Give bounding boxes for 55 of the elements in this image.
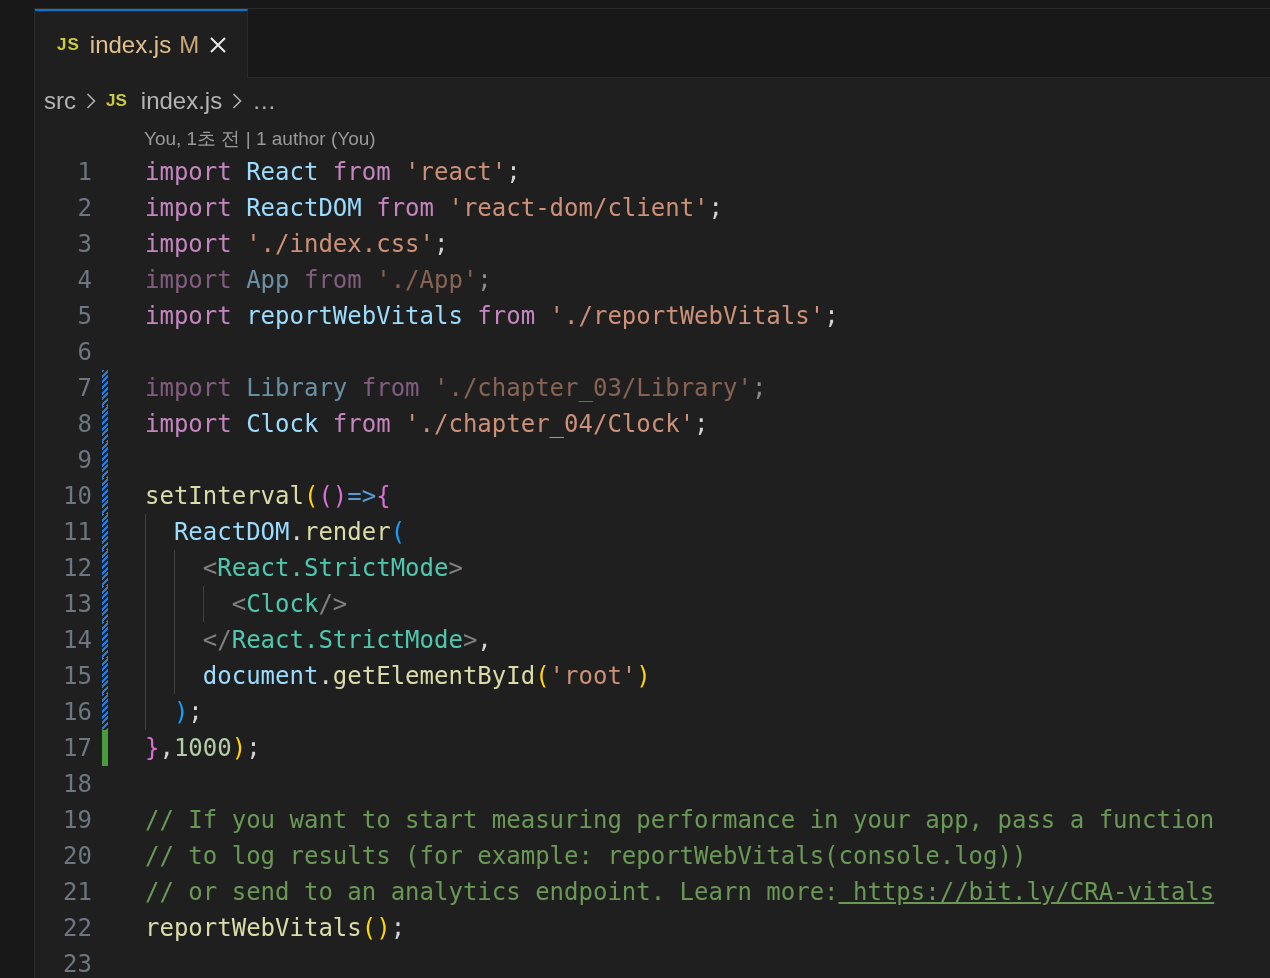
code-line: ReactDOM.render( <box>172 518 406 546</box>
link[interactable]: https://bit.ly/CRA-vitals <box>838 878 1215 906</box>
line-number: 23 <box>62 949 92 978</box>
line-number: 12 <box>62 553 92 584</box>
breadcrumb-item[interactable]: src <box>44 87 76 115</box>
code-line: import Clock from './chapter_04/Clock'; <box>145 410 709 438</box>
line-number: 19 <box>62 805 92 836</box>
code-line: <Clock/> <box>230 590 348 618</box>
code-line: </React.StrictMode>, <box>201 626 492 654</box>
line-number: 15 <box>62 661 92 692</box>
line-number: 16 <box>62 697 92 728</box>
code-line: document.getElementById('root') <box>201 662 651 690</box>
line-number: 1 <box>76 157 92 188</box>
line-number: 13 <box>62 589 92 620</box>
js-file-icon: JS <box>106 91 127 111</box>
code-line: <React.StrictMode> <box>201 554 463 582</box>
git-status: M <box>179 30 200 59</box>
breadcrumb-item[interactable]: index.js <box>140 87 223 115</box>
line-number: 20 <box>62 841 92 872</box>
line-number: 14 <box>62 625 92 656</box>
line-number: 11 <box>62 517 92 548</box>
line-number: 5 <box>76 301 92 332</box>
js-file-icon: JS <box>57 34 80 55</box>
breadcrumb-item[interactable]: … <box>252 87 277 115</box>
line-number: 8 <box>76 409 92 440</box>
line-number: 6 <box>76 337 92 368</box>
line-number: 21 <box>62 877 92 908</box>
code-comment: // or send to an analytics endpoint. Learn more: https://bit.ly/CRA-vitals <box>145 878 1215 906</box>
code-line: import React from 'react'; <box>145 158 521 186</box>
code-line: import reportWebVitals from './reportWebVitals'; <box>145 302 839 330</box>
blame-codelens[interactable]: You, 1초 전 | 1 author (You) <box>144 124 376 154</box>
chevron-right-icon <box>232 92 243 110</box>
line-number: 2 <box>76 193 92 224</box>
code-comment: // If you want to start measuring performance in your app, pass a function <box>145 806 1215 834</box>
chevron-right-icon <box>86 92 96 110</box>
line-number: 10 <box>62 481 92 512</box>
code-line: },1000); <box>145 734 261 762</box>
code-line: setInterval(()=>{ <box>145 482 391 510</box>
line-number: 22 <box>62 913 92 944</box>
line-number: 17 <box>62 733 92 764</box>
line-number: 3 <box>76 229 92 260</box>
code-line: reportWebVitals(); <box>145 914 406 942</box>
code-line: import ReactDOM from 'react-dom/client'; <box>145 194 723 222</box>
close-icon[interactable] <box>209 35 228 54</box>
code-comment: // to log results (for example: reportWebVitals(console.log)) <box>145 842 1027 870</box>
line-number: 9 <box>76 445 92 476</box>
code-line: ); <box>172 698 203 726</box>
code-line: import './index.css'; <box>145 230 449 258</box>
line-number: 18 <box>62 769 92 800</box>
editor-tab[interactable]: JS index.js M <box>35 9 249 78</box>
code-line: import Library from './chapter_03/Library'; <box>145 374 767 402</box>
line-number: 4 <box>76 265 92 296</box>
line-number: 7 <box>76 373 92 404</box>
code-line: import App from './App'; <box>145 266 492 294</box>
tab-label: index.js <box>89 30 172 59</box>
